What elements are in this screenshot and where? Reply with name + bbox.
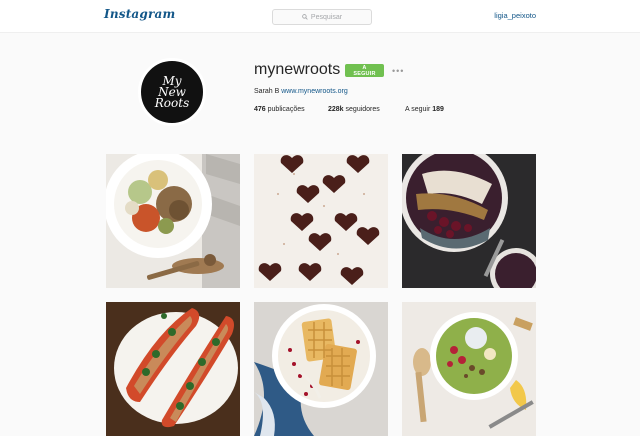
posts-count: 476 publicações (254, 106, 305, 113)
avatar-logo-text: My New Roots (154, 73, 190, 110)
post-smoothie-bowl-berries[interactable] (402, 154, 536, 288)
post-green-smoothie-bowl[interactable] (402, 302, 536, 436)
post-waffles[interactable] (254, 302, 388, 436)
bio-website-link[interactable]: www.mynewroots.org (281, 88, 348, 95)
post-chocolate-hearts[interactable] (254, 154, 388, 288)
following-count[interactable]: A seguir 189 (405, 106, 444, 113)
berry-bowl-image (402, 154, 536, 288)
waffles-image (254, 302, 388, 436)
top-navigation-bar: Instagram Pesquisar ligia_peixoto (0, 0, 640, 33)
following-button[interactable]: A SEGUIR (345, 64, 384, 77)
sweet-potatoes-image (106, 302, 240, 436)
post-stuffed-sweet-potatoes[interactable] (106, 302, 240, 436)
bio-full-name: Sarah B (254, 88, 280, 95)
salad-bowl-image (106, 154, 240, 288)
instagram-logo[interactable]: Instagram (104, 7, 175, 21)
search-input[interactable]: Pesquisar (272, 9, 372, 25)
profile-bio: Sarah B www.mynewroots.org (254, 88, 348, 95)
post-salad-bowl[interactable] (106, 154, 240, 288)
followers-count[interactable]: 228k seguidores (328, 106, 380, 113)
green-bowl-image (402, 302, 536, 436)
current-user-link[interactable]: ligia_peixoto (494, 11, 536, 20)
search-icon (302, 14, 308, 20)
search-placeholder: Pesquisar (310, 13, 343, 21)
profile-avatar[interactable]: My New Roots (138, 58, 206, 126)
profile-username: mynewroots (254, 61, 341, 78)
chocolate-hearts-image (254, 154, 388, 288)
more-options-icon[interactable]: ••• (392, 66, 404, 76)
